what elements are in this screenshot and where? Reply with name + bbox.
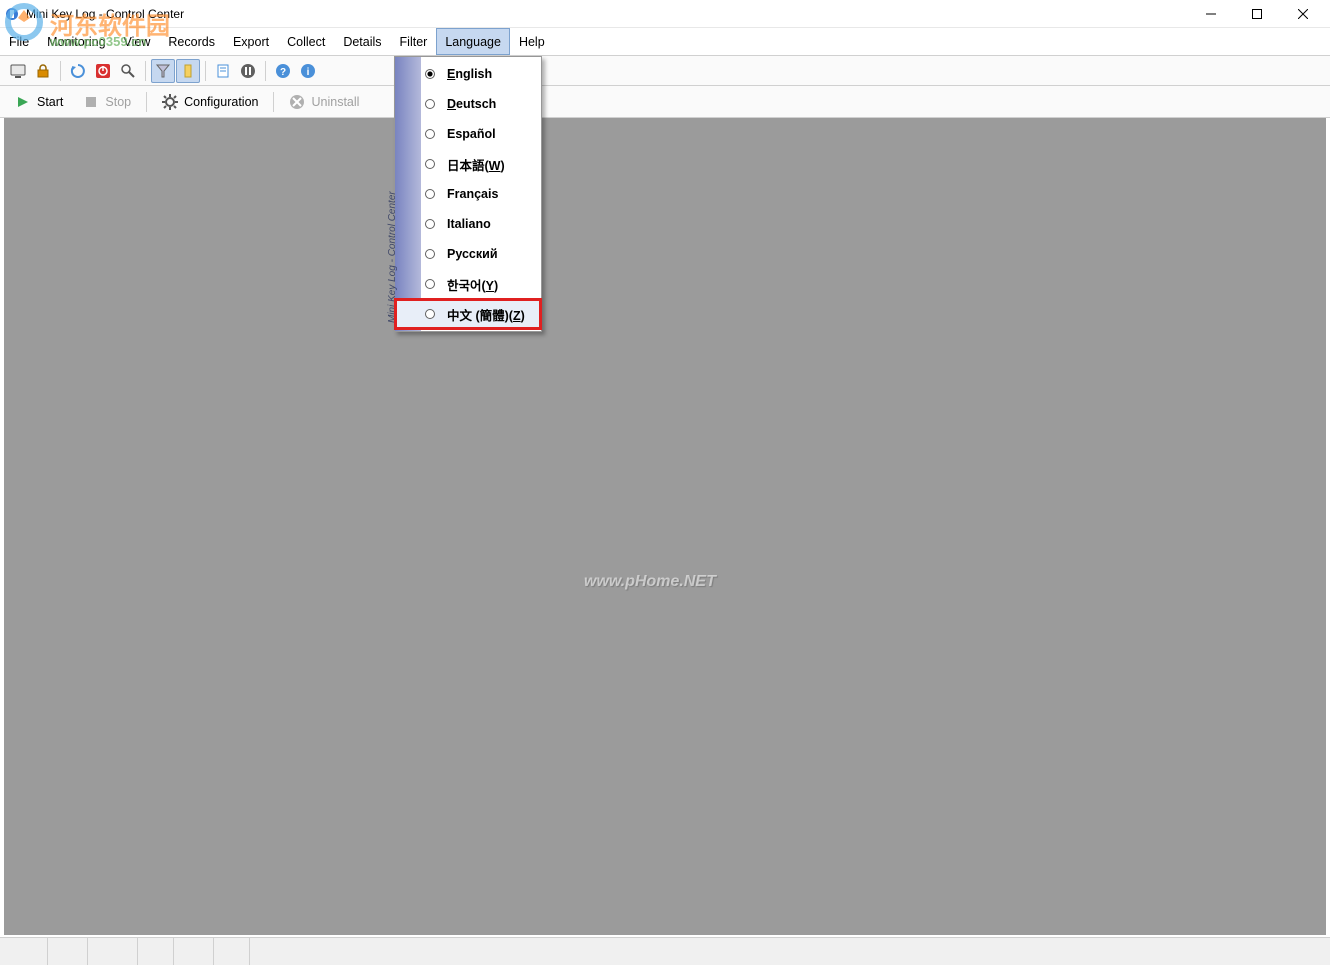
language-option-label: Русский xyxy=(447,247,498,261)
separator xyxy=(146,92,147,112)
menu-collect[interactable]: Collect xyxy=(278,28,334,55)
tb-funnel-icon[interactable] xyxy=(151,59,175,83)
tb-refresh-icon[interactable] xyxy=(66,59,90,83)
language-option-label: 한국어(Y) xyxy=(447,275,498,294)
close-button[interactable] xyxy=(1280,0,1326,28)
language-option-label: Deutsch xyxy=(447,97,496,111)
tb-info-icon[interactable]: i xyxy=(296,59,320,83)
language-option-5[interactable]: Italiano xyxy=(395,209,541,239)
gear-icon xyxy=(162,94,178,110)
tb-lock-icon[interactable] xyxy=(31,59,55,83)
statusbar xyxy=(0,937,1330,965)
radio-icon xyxy=(425,129,435,139)
language-option-label: Español xyxy=(447,127,496,141)
stop-icon xyxy=(83,94,99,110)
maximize-button[interactable] xyxy=(1234,0,1280,28)
watermark-phome: www.pHome.NET xyxy=(584,573,716,591)
radio-icon xyxy=(425,99,435,109)
play-icon xyxy=(15,94,31,110)
tb-help-icon[interactable]: ? xyxy=(271,59,295,83)
configuration-label: Configuration xyxy=(184,95,258,109)
language-option-6[interactable]: Русский xyxy=(395,239,541,269)
menu-file[interactable]: File xyxy=(0,28,38,55)
tb-document-icon[interactable] xyxy=(211,59,235,83)
uninstall-button[interactable]: Uninstall xyxy=(280,89,368,115)
svg-text:?: ? xyxy=(280,67,286,78)
language-option-label: English xyxy=(447,67,492,81)
tb-pause-icon[interactable] xyxy=(236,59,260,83)
language-option-label: 日本語(W) xyxy=(447,155,505,174)
language-option-0[interactable]: English xyxy=(395,59,541,89)
tb-search-icon[interactable] xyxy=(116,59,140,83)
language-option-4[interactable]: Français xyxy=(395,179,541,209)
radio-icon xyxy=(425,279,435,289)
status-cell xyxy=(174,938,214,965)
radio-icon xyxy=(425,309,435,319)
language-option-3[interactable]: 日本語(W) xyxy=(395,149,541,179)
menu-export[interactable]: Export xyxy=(224,28,278,55)
radio-icon xyxy=(425,249,435,259)
menu-details[interactable]: Details xyxy=(334,28,390,55)
tb-highlight-icon[interactable] xyxy=(176,59,200,83)
separator xyxy=(145,61,146,81)
status-cell xyxy=(0,938,48,965)
language-option-2[interactable]: Español xyxy=(395,119,541,149)
radio-icon xyxy=(425,189,435,199)
radio-icon xyxy=(425,219,435,229)
separator xyxy=(265,61,266,81)
menu-records[interactable]: Records xyxy=(159,28,224,55)
window-title: Mini Key Log - Control Center xyxy=(26,7,184,21)
language-dropdown: Mini Key Log - Control Center EnglishDeu… xyxy=(394,56,542,332)
tb-monitor-icon[interactable] xyxy=(6,59,30,83)
toolbar-main: ? i xyxy=(0,56,1330,86)
minimize-button[interactable] xyxy=(1188,0,1234,28)
language-option-label: Français xyxy=(447,187,498,201)
menubar: File Monitoring View Records Export Coll… xyxy=(0,28,1330,56)
status-cell xyxy=(88,938,138,965)
content-area: www.pHome.NET xyxy=(4,118,1326,935)
uninstall-label: Uninstall xyxy=(311,95,359,109)
separator xyxy=(205,61,206,81)
language-option-7[interactable]: 한국어(Y) xyxy=(395,269,541,299)
language-option-label: Italiano xyxy=(447,217,491,231)
radio-icon xyxy=(425,69,435,79)
status-cell xyxy=(138,938,174,965)
svg-text:i: i xyxy=(307,67,310,78)
menu-help[interactable]: Help xyxy=(510,28,554,55)
menu-monitoring[interactable]: Monitoring xyxy=(38,28,114,55)
configuration-button[interactable]: Configuration xyxy=(153,89,267,115)
menu-filter[interactable]: Filter xyxy=(391,28,437,55)
separator xyxy=(273,92,274,112)
language-option-8[interactable]: 中文 (簡體)(Z) xyxy=(395,299,541,329)
stop-label: Stop xyxy=(105,95,131,109)
status-cell xyxy=(214,938,250,965)
language-option-1[interactable]: Deutsch xyxy=(395,89,541,119)
separator xyxy=(60,61,61,81)
menu-view[interactable]: View xyxy=(115,28,160,55)
tb-power-icon[interactable] xyxy=(91,59,115,83)
start-label: Start xyxy=(37,95,63,109)
language-option-label: 中文 (簡體)(Z) xyxy=(447,305,525,324)
stop-button[interactable]: Stop xyxy=(74,89,140,115)
radio-icon xyxy=(425,159,435,169)
status-cell xyxy=(48,938,88,965)
toolbar-actions: Start Stop Configuration Uninstall xyxy=(0,86,1330,118)
start-button[interactable]: Start xyxy=(6,89,72,115)
titlebar: Mini Key Log - Control Center xyxy=(0,0,1330,28)
uninstall-icon xyxy=(289,94,305,110)
menu-language[interactable]: Language xyxy=(436,28,510,55)
app-icon xyxy=(4,6,20,22)
